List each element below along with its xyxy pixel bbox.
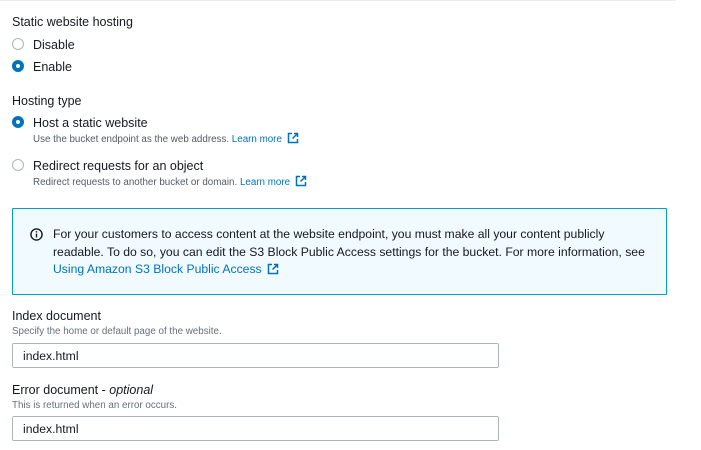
radio-redirect-requests[interactable]: Redirect requests for an object Redirect…	[12, 158, 307, 190]
optional-tag: optional	[109, 383, 154, 397]
radio-disable[interactable]: Disable	[12, 37, 75, 53]
index-document-label: Index document	[12, 309, 101, 323]
block-public-access-link[interactable]: Using Amazon S3 Block Public Access	[53, 262, 279, 276]
radio-disable-indicator[interactable]	[12, 38, 24, 50]
external-link-icon	[267, 263, 278, 275]
radio-disable-label: Disable	[33, 38, 75, 52]
radio-enable[interactable]: Enable	[12, 59, 72, 75]
radio-host-static-indicator[interactable]	[12, 116, 24, 128]
external-link-icon	[287, 132, 299, 144]
learn-more-link[interactable]: Learn more	[232, 132, 299, 145]
radio-enable-indicator[interactable]	[12, 60, 24, 72]
index-document-description: Specify the home or default page of the …	[12, 326, 222, 337]
error-document-label: Error document - optional	[12, 383, 154, 397]
radio-host-static-label: Host a static website	[33, 116, 148, 130]
index-document-input[interactable]	[12, 343, 499, 368]
info-icon	[30, 228, 43, 241]
info-alert-text: For your customers to access content at …	[53, 227, 645, 276]
error-document-input[interactable]	[12, 416, 499, 441]
hosting-type-label: Hosting type	[12, 94, 82, 108]
info-alert: For your customers to access content at …	[12, 208, 667, 295]
error-document-description: This is returned when an error occurs.	[12, 400, 177, 411]
section-divider	[0, 0, 676, 1]
external-link-icon	[295, 175, 307, 187]
radio-redirect-description: Redirect requests to another bucket or d…	[33, 175, 307, 190]
radio-host-static-description: Use the bucket endpoint as the web addre…	[33, 132, 299, 147]
radio-host-static-website[interactable]: Host a static website Use the bucket end…	[12, 115, 299, 147]
radio-redirect-indicator[interactable]	[12, 159, 24, 171]
radio-enable-label: Enable	[33, 60, 72, 74]
learn-more-link[interactable]: Learn more	[240, 175, 307, 188]
static-hosting-label: Static website hosting	[12, 15, 133, 29]
radio-redirect-label: Redirect requests for an object	[33, 159, 204, 173]
